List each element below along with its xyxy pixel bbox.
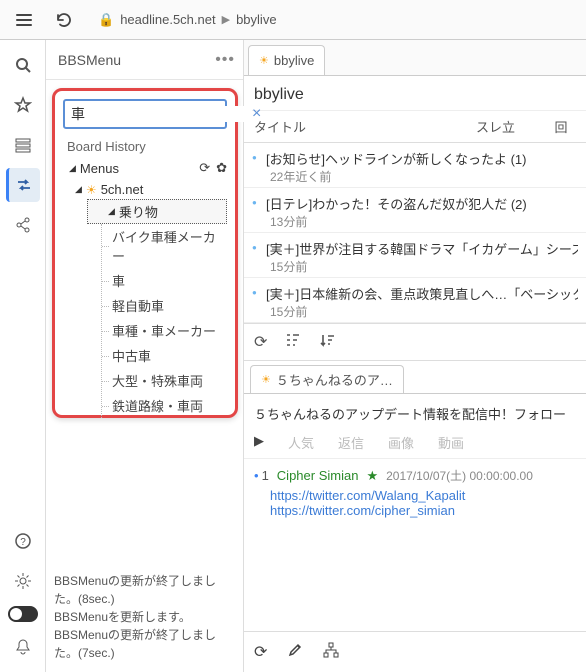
sidebar-title: BBSMenu xyxy=(58,52,215,68)
post-number: 1 xyxy=(254,468,269,483)
settings-rail-icon[interactable] xyxy=(6,564,40,598)
nav-popular[interactable]: 人気 xyxy=(288,433,314,452)
chevron-right-icon: ▶ xyxy=(222,13,230,26)
secondary-tab-label: ５ちゃんねるのア… xyxy=(276,370,393,389)
col-reply[interactable]: 回 xyxy=(546,117,576,136)
board-search-input[interactable] xyxy=(71,106,252,122)
tree-leaf[interactable]: 大型・特殊車両 xyxy=(102,368,227,393)
bell-rail-icon[interactable] xyxy=(6,630,40,664)
bullet-icon: ● xyxy=(252,194,262,230)
board-history-label: Board History xyxy=(63,129,227,158)
help-rail-icon[interactable]: ? xyxy=(6,524,40,558)
url-bar[interactable]: 🔒 headline.5ch.net ▶ bbylive xyxy=(88,5,578,35)
tree-leaf[interactable]: 車 xyxy=(102,268,227,293)
reload-bottom-icon[interactable]: ⟳ xyxy=(254,642,267,662)
sort-desc-icon[interactable] xyxy=(319,332,335,352)
bullet-icon: ● xyxy=(252,239,262,275)
thread-title: [実＋]世界が注目する韓国ドラマ「イカゲーム」シーズン2、ecord china… xyxy=(266,239,578,258)
bullet-icon: ● xyxy=(252,284,262,320)
tree-leaf[interactable]: バイク車種メーカー xyxy=(102,224,227,268)
tab-icon: ☀ xyxy=(261,373,271,386)
sidebar-more-icon[interactable]: ••• xyxy=(215,51,235,69)
tree-category-label: 乗り物 xyxy=(119,202,158,221)
refresh-icon[interactable]: ⟳ xyxy=(199,160,210,176)
lock-icon: 🔒 xyxy=(98,12,114,28)
dark-mode-toggle[interactable] xyxy=(8,604,38,624)
edit-icon[interactable] xyxy=(287,642,303,662)
url-path: bbylive xyxy=(236,12,276,27)
col-thread[interactable]: スレ立 xyxy=(476,117,546,136)
url-host: headline.5ch.net xyxy=(120,12,215,27)
tab-bbylive[interactable]: ☀ bbylive xyxy=(248,45,325,75)
list-sort-icon[interactable] xyxy=(285,332,301,352)
play-icon[interactable]: ▶ xyxy=(254,433,264,452)
thread-row[interactable]: ●[お知らせ]ヘッドラインが新しくなったよ (1)22年近く前 xyxy=(244,143,586,188)
thread-time: 15分前 xyxy=(266,258,578,275)
thread-row[interactable]: ●[実＋]日本維新の会、重点政策見直しへ…「ベーシックインカ15分前 xyxy=(244,278,586,323)
svg-text:?: ? xyxy=(20,537,26,548)
tree-leaf[interactable]: 軽自動車 xyxy=(102,293,227,318)
nav-image[interactable]: 画像 xyxy=(388,433,414,452)
thread-title: [日テレ]わかった！その盗んだ奴が犯人だ (2) xyxy=(266,194,578,213)
thread-time: 15分前 xyxy=(266,303,578,320)
tree-category-node[interactable]: ◢ 乗り物 xyxy=(87,199,227,224)
sitemap-icon[interactable] xyxy=(323,642,339,662)
clear-search-icon[interactable]: × xyxy=(252,105,261,123)
thread-row[interactable]: ●[実＋]世界が注目する韓国ドラマ「イカゲーム」シーズン2、ecord chin… xyxy=(244,233,586,278)
star-rail-icon[interactable] xyxy=(6,88,40,122)
thread-time: 13分前 xyxy=(266,213,578,230)
thread-title: [お知らせ]ヘッドラインが新しくなったよ (1) xyxy=(266,149,578,168)
nav-video[interactable]: 動画 xyxy=(438,433,464,452)
info-line: ５ちゃんねるのアップデート情報を配信中！フォロー xyxy=(244,394,586,427)
thread-title: [実＋]日本維新の会、重点政策見直しへ…「ベーシックインカ xyxy=(266,284,578,303)
bullet-icon: ● xyxy=(252,149,262,185)
site-icon: ☀ xyxy=(86,183,97,197)
board-search-popup: × Board History ◢ Menus ⟳ ✿ ◢ ☀ 5ch.net … xyxy=(52,88,238,418)
tree-site-label: 5ch.net xyxy=(101,182,144,197)
thread-time: 22年近く前 xyxy=(266,168,578,185)
menus-label: Menus xyxy=(80,161,199,176)
transfer-rail-icon[interactable] xyxy=(6,168,40,202)
star-icon: ★ xyxy=(366,468,378,484)
gear-icon[interactable]: ✿ xyxy=(216,160,227,176)
search-rail-icon[interactable] xyxy=(6,48,40,82)
post-author: Cipher Simian xyxy=(277,468,359,483)
reload-icon[interactable]: ⟳ xyxy=(254,332,267,352)
status-log: BBSMenuの更新が終了しました。(8sec.)BBSMenuを更新します。B… xyxy=(46,566,243,672)
menu-icon[interactable] xyxy=(8,4,40,36)
tree-leaf[interactable]: 車種・車メーカー xyxy=(102,318,227,343)
col-title[interactable]: タイトル xyxy=(254,117,476,136)
undo-icon[interactable] xyxy=(48,4,80,36)
collapse-icon[interactable]: ◢ xyxy=(69,163,76,174)
post-link[interactable]: https://twitter.com/cipher_simian xyxy=(270,503,455,518)
tree-leaf[interactable]: 鉄道路線・車両 xyxy=(102,393,227,418)
tab-label: bbylive xyxy=(274,53,314,68)
share-rail-icon[interactable] xyxy=(6,208,40,242)
list-rail-icon[interactable] xyxy=(6,128,40,162)
tab-icon: ☀ xyxy=(259,54,269,67)
page-title: bbylive xyxy=(244,76,586,111)
post: 1 Cipher Simian ★ 2017/10/07(土) 00:00:00… xyxy=(244,459,586,526)
secondary-tab[interactable]: ☀ ５ちゃんねるのア… xyxy=(250,365,404,393)
post-date: 2017/10/07(土) 00:00:00.00 xyxy=(386,467,533,484)
tree-leaf[interactable]: 中古車 xyxy=(102,343,227,368)
post-link[interactable]: https://twitter.com/Walang_Kapalit xyxy=(270,488,465,503)
thread-row[interactable]: ●[日テレ]わかった！その盗んだ奴が犯人だ (2)13分前 xyxy=(244,188,586,233)
tree-site-node[interactable]: ◢ ☀ 5ch.net xyxy=(73,180,227,199)
column-header: タイトル スレ立 回 xyxy=(244,111,586,143)
nav-reply[interactable]: 返信 xyxy=(338,433,364,452)
